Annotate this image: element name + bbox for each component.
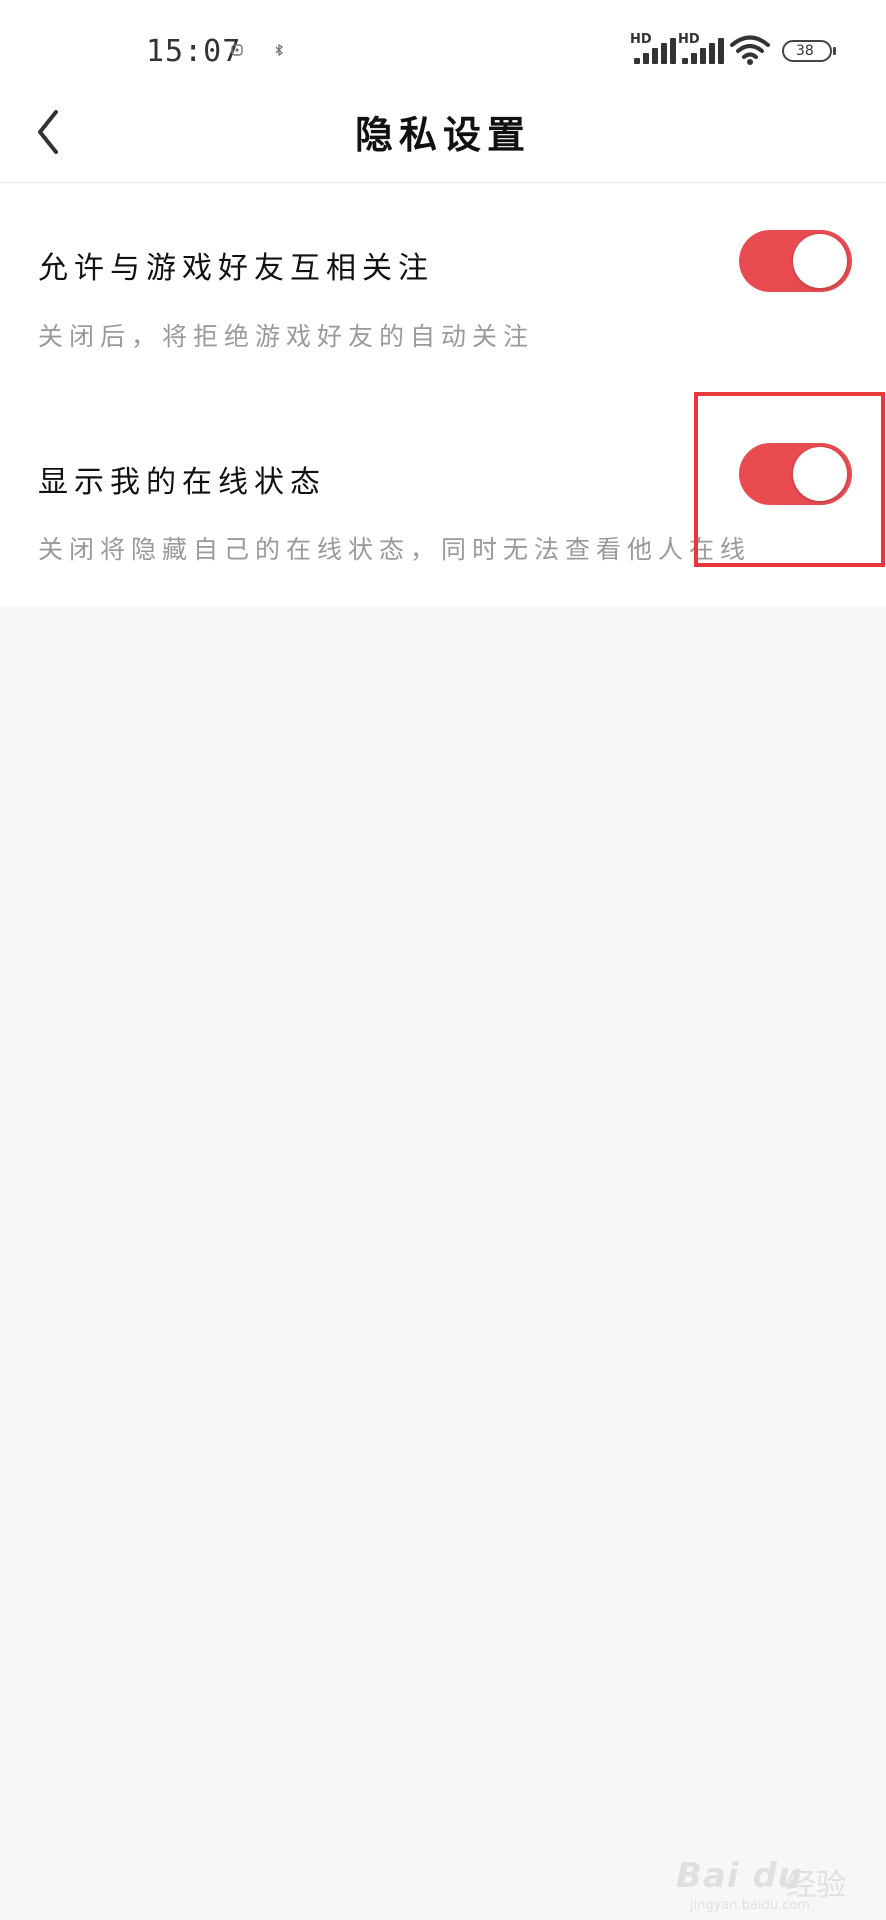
- setting-description: 关闭将隐藏自己的在线状态，同时无法查看他人在线: [38, 535, 752, 564]
- mutual-follow-toggle[interactable]: [739, 230, 852, 292]
- nav-header: 隐私设置: [0, 100, 886, 183]
- signal-icon: HD: [630, 32, 676, 64]
- setting-title: 允许与游戏好友互相关注: [38, 251, 434, 286]
- wifi-icon: [729, 34, 771, 66]
- status-bar: 15:07 HD HD 38: [0, 0, 886, 100]
- baidu-watermark: Bai du 经验 jingyan.baidu.com: [676, 1850, 876, 1913]
- battery-level: 38: [796, 43, 814, 59]
- bluetooth-icon: [272, 42, 286, 61]
- watermark-url: jingyan.baidu.com: [690, 1898, 810, 1913]
- toggle-knob: [793, 234, 847, 288]
- signal-bars: [634, 38, 676, 64]
- setting-row-mutual-follow: 允许与游戏好友互相关注 关闭后，将拒绝游戏好友的自动关注: [0, 183, 886, 383]
- settings-panel: 15:07 HD HD 38 隐私设置 允许与游戏好友互相关注 关闭后，将拒绝游…: [0, 0, 886, 606]
- setting-description: 关闭后，将拒绝游戏好友的自动关注: [38, 322, 535, 351]
- alarm-icon: [230, 42, 244, 61]
- highlight-box: [694, 392, 885, 567]
- battery-icon: 38: [782, 40, 836, 62]
- signal-bars: [682, 38, 724, 64]
- page-title: 隐私设置: [354, 113, 531, 157]
- watermark-brand: Bai du: [676, 1856, 803, 1896]
- setting-title: 显示我的在线状态: [38, 465, 326, 500]
- signal-icon: HD: [678, 32, 724, 64]
- status-time: 15:07: [146, 34, 242, 69]
